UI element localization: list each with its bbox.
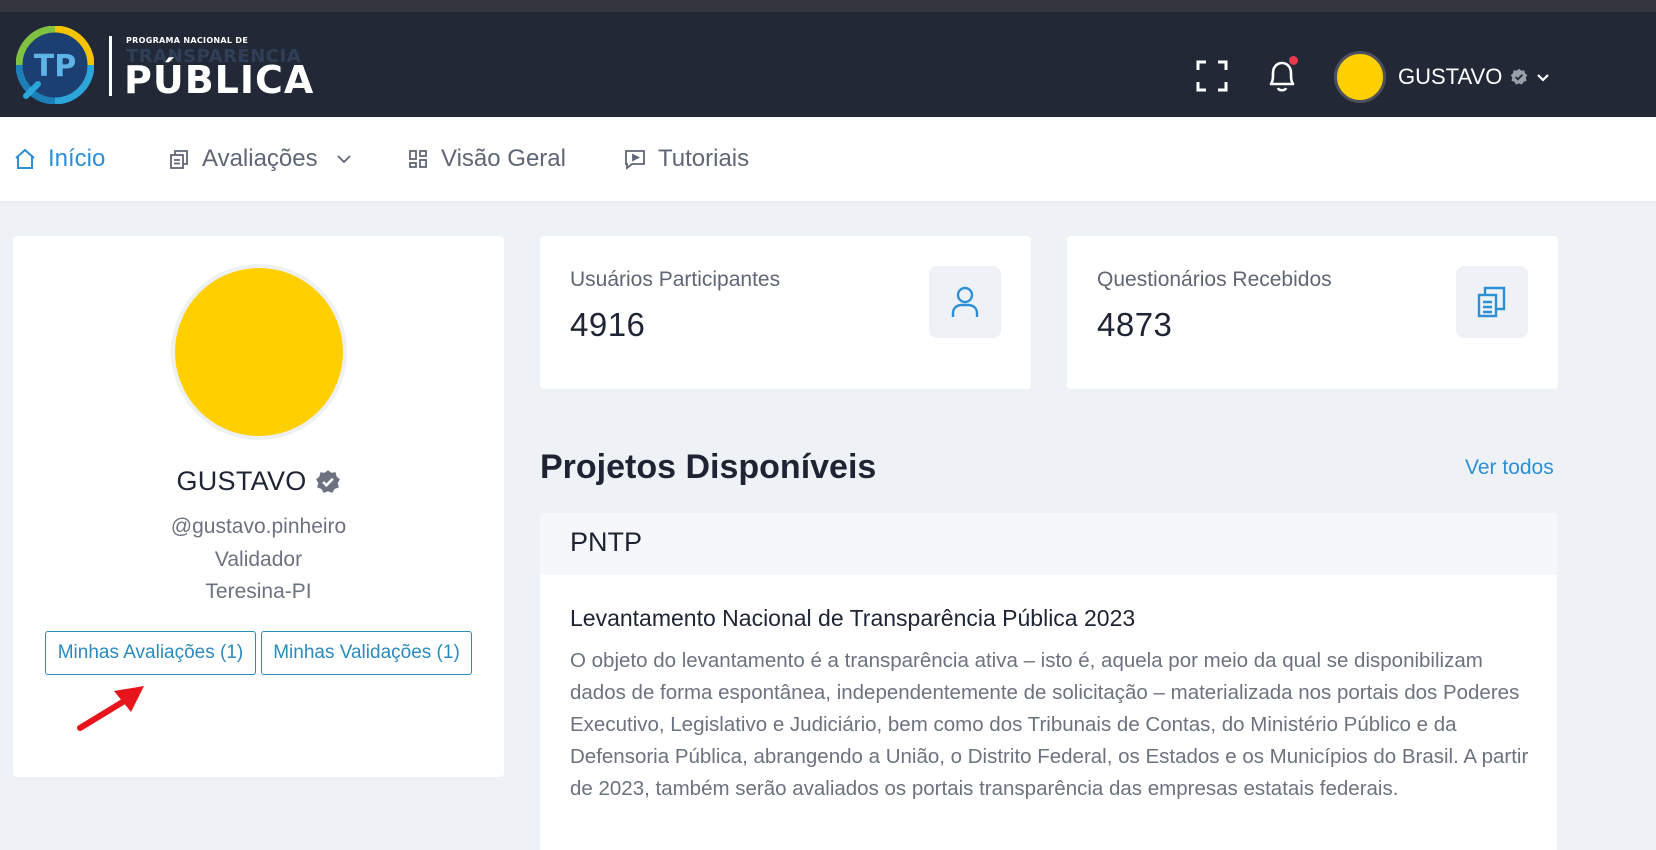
notification-dot bbox=[1289, 56, 1298, 65]
stat-value: 4873 bbox=[1097, 306, 1173, 343]
top-strip bbox=[0, 0, 1656, 12]
nav-item-label: Avaliações bbox=[202, 145, 318, 172]
user-menu[interactable]: GUSTAVO bbox=[1334, 50, 1550, 104]
logo-small-text: PROGRAMA NACIONAL DE bbox=[126, 36, 249, 45]
my-validations-button[interactable]: Minhas Validações (1) bbox=[261, 631, 472, 675]
stat-label: Usuários Participantes bbox=[570, 268, 781, 291]
fullscreen-icon[interactable] bbox=[1196, 60, 1228, 92]
chevron-down-icon bbox=[337, 155, 351, 164]
documents-icon bbox=[1477, 286, 1506, 318]
user-name: GUSTAVO bbox=[1398, 64, 1503, 89]
top-bar: TP PROGRAMA NACIONAL DE TRANSPARÊNCIA PÚ… bbox=[0, 12, 1656, 117]
verified-badge-icon bbox=[1511, 68, 1528, 85]
logo[interactable]: TP PROGRAMA NACIONAL DE TRANSPARÊNCIA PÚ… bbox=[16, 26, 313, 106]
my-evaluations-button[interactable]: Minhas Avaliações (1) bbox=[45, 631, 256, 675]
nav-item-tutoriais[interactable]: Tutoriais bbox=[624, 144, 749, 174]
stat-label: Questionários Recebidos bbox=[1097, 268, 1332, 291]
stat-card-questionnaires: Questionários Recebidos 4873 bbox=[1067, 236, 1558, 389]
stat-icon-box bbox=[929, 266, 1001, 338]
project-tag: PNTP bbox=[570, 527, 643, 557]
see-all-link[interactable]: Ver todos bbox=[1465, 456, 1554, 480]
logo-monogram: TP bbox=[34, 49, 76, 84]
profile-username: @gustavo.pinheiro bbox=[170, 515, 347, 538]
nav-item-visao-geral[interactable]: Visão Geral bbox=[407, 144, 566, 174]
project-header: PNTP bbox=[540, 513, 1557, 575]
main-nav: Início Avaliações Visão Geral Tutoriais bbox=[0, 117, 1656, 201]
stat-card-users: Usuários Participantes 4916 bbox=[540, 236, 1031, 389]
red-arrow-annotation bbox=[77, 686, 144, 731]
verified-badge-icon bbox=[315, 469, 340, 493]
profile-avatar bbox=[171, 264, 347, 440]
chat-video-icon bbox=[625, 150, 645, 170]
stat-value: 4916 bbox=[570, 306, 646, 343]
project-title: Levantamento Nacional de Transparência P… bbox=[570, 605, 1136, 631]
stat-icon-box bbox=[1456, 266, 1528, 338]
home-icon bbox=[15, 148, 35, 169]
documents-icon bbox=[170, 150, 188, 169]
chevron-down-icon bbox=[1537, 74, 1550, 82]
logo-emblem-icon: TP bbox=[16, 26, 94, 104]
profile-location: Teresina-PI bbox=[205, 580, 312, 603]
project-description: O objeto do levantamento é a transparênc… bbox=[570, 649, 1529, 800]
user-icon bbox=[951, 286, 979, 317]
grid-icon bbox=[409, 150, 427, 168]
notifications-button[interactable] bbox=[1264, 56, 1300, 94]
avatar bbox=[1334, 51, 1386, 103]
nav-item-label: Início bbox=[48, 145, 106, 172]
projects-title: Projetos Disponíveis bbox=[540, 448, 877, 486]
nav-item-inicio[interactable]: Início bbox=[14, 144, 105, 174]
profile-role: Validador bbox=[214, 548, 303, 571]
logo-divider bbox=[109, 36, 112, 96]
nav-item-avaliacoes[interactable]: Avaliações bbox=[168, 144, 352, 174]
logo-big-text: PÚBLICA bbox=[124, 58, 315, 102]
nav-item-label: Tutoriais bbox=[658, 145, 750, 172]
nav-item-label: Visão Geral bbox=[441, 145, 566, 172]
profile-name: GUSTAVO bbox=[176, 466, 307, 496]
project-card[interactable]: PNTP Levantamento Nacional de Transparên… bbox=[540, 513, 1557, 850]
